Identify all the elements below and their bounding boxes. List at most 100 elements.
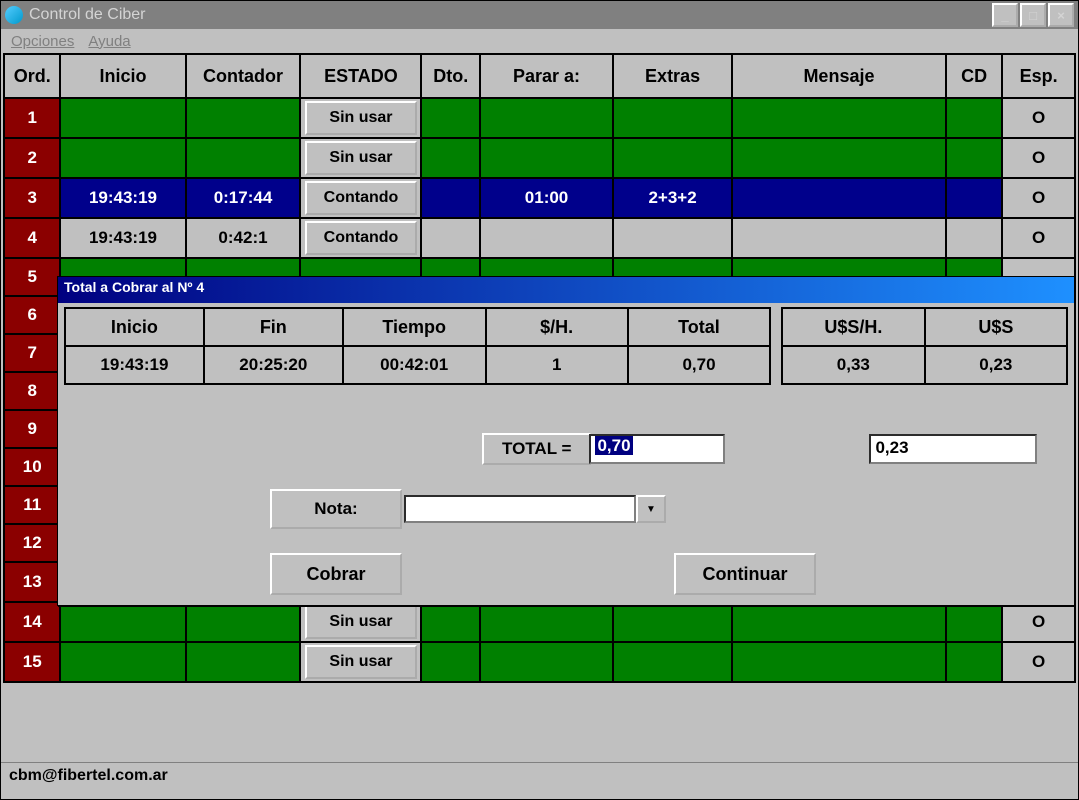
- extras-cell: 2+3+2: [613, 178, 732, 218]
- cobrar-button[interactable]: Cobrar: [270, 553, 402, 595]
- header-mensaje: Mensaje: [732, 54, 946, 98]
- total-input-usd[interactable]: 0,23: [869, 434, 1037, 464]
- dr-ush: 0,33: [782, 346, 925, 384]
- cd-cell: [946, 178, 1002, 218]
- ord-cell: 5: [4, 258, 60, 296]
- inicio-cell: 19:43:19: [60, 218, 185, 258]
- esp-cell: O: [1002, 98, 1075, 138]
- parar-cell: [480, 602, 613, 642]
- header-parar: Parar a:: [480, 54, 613, 98]
- dr-fin: 20:25:20: [204, 346, 343, 384]
- nota-combo[interactable]: ▼: [404, 495, 666, 523]
- close-button[interactable]: ×: [1048, 3, 1074, 27]
- estado-button[interactable]: Contando: [305, 181, 417, 215]
- inicio-cell: [60, 642, 185, 682]
- table-row[interactable]: 319:43:190:17:44Contando01:002+3+2O: [4, 178, 1075, 218]
- esp-cell: O: [1002, 178, 1075, 218]
- chevron-down-icon[interactable]: ▼: [636, 495, 666, 523]
- parar-cell: [480, 642, 613, 682]
- ord-cell: 4: [4, 218, 60, 258]
- inicio-cell: [60, 98, 185, 138]
- dto-cell: [421, 178, 479, 218]
- status-bar: cbm@fibertel.com.ar: [1, 762, 1078, 799]
- esp-cell: O: [1002, 642, 1075, 682]
- dh-us: U$S: [925, 308, 1067, 346]
- mensaje-cell: [732, 178, 946, 218]
- menubar: Opciones Ayuda: [1, 29, 1078, 53]
- ord-cell: 8: [4, 372, 60, 410]
- estado-cell: Sin usar: [300, 98, 421, 138]
- ord-cell: 6: [4, 296, 60, 334]
- parar-cell: [480, 98, 613, 138]
- estado-button[interactable]: Sin usar: [305, 141, 417, 175]
- nota-label: Nota:: [270, 489, 402, 529]
- table-row[interactable]: 1Sin usarO: [4, 98, 1075, 138]
- ord-cell: 12: [4, 524, 60, 562]
- extras-cell: [613, 642, 732, 682]
- contador-cell: 0:42:1: [186, 218, 301, 258]
- dh-inicio: Inicio: [65, 308, 204, 346]
- table-row[interactable]: 15Sin usarO: [4, 642, 1075, 682]
- header-contador: Contador: [186, 54, 301, 98]
- mensaje-cell: [732, 602, 946, 642]
- dto-cell: [421, 602, 479, 642]
- dh-fin: Fin: [204, 308, 343, 346]
- dr-inicio: 19:43:19: [65, 346, 204, 384]
- menu-opciones[interactable]: Opciones: [11, 33, 74, 50]
- extras-cell: [613, 218, 732, 258]
- extras-cell: [613, 602, 732, 642]
- nota-row: Nota: ▼: [58, 489, 1074, 529]
- dr-tiempo: 00:42:01: [343, 346, 486, 384]
- inicio-cell: [60, 138, 185, 178]
- table-row[interactable]: 2 Sin usar O: [4, 138, 1075, 178]
- header-extras: Extras: [613, 54, 732, 98]
- dialog-header-row: Inicio Fin Tiempo $/H. Total U$S/H. U$S: [65, 308, 1067, 346]
- parar-cell: [480, 138, 613, 178]
- dh-sh: $/H.: [486, 308, 628, 346]
- estado-cell: Sin usar: [300, 642, 421, 682]
- estado-cell: Sin usar: [300, 602, 421, 642]
- estado-button[interactable]: Sin usar: [305, 605, 417, 639]
- contador-cell: [186, 642, 301, 682]
- inicio-cell: [60, 602, 185, 642]
- estado-cell: Contando: [300, 178, 421, 218]
- dialog-title: Total a Cobrar al Nº 4: [58, 277, 1074, 303]
- total-input-pesos[interactable]: 0,70: [589, 434, 725, 464]
- table-row[interactable]: 14Sin usarO: [4, 602, 1075, 642]
- continuar-button[interactable]: Continuar: [674, 553, 816, 595]
- header-estado: ESTADO: [300, 54, 421, 98]
- maximize-button[interactable]: □: [1020, 3, 1046, 27]
- extras-cell: [613, 98, 732, 138]
- contador-cell: [186, 138, 301, 178]
- minimize-button[interactable]: _: [992, 3, 1018, 27]
- ord-cell: 2: [4, 138, 60, 178]
- dto-cell: [421, 218, 479, 258]
- estado-button[interactable]: Sin usar: [305, 101, 417, 135]
- header-row: Ord. Inicio Contador ESTADO Dto. Parar a…: [4, 54, 1075, 98]
- estado-button[interactable]: Contando: [305, 221, 417, 255]
- contador-cell: [186, 98, 301, 138]
- ord-cell: 10: [4, 448, 60, 486]
- dialog-data-row: 19:43:19 20:25:20 00:42:01 1 0,70 0,33 0…: [65, 346, 1067, 384]
- inicio-cell: 19:43:19: [60, 178, 185, 218]
- nota-field[interactable]: [404, 495, 636, 523]
- esp-cell: O: [1002, 138, 1075, 178]
- table-row[interactable]: 419:43:190:42:1ContandoO: [4, 218, 1075, 258]
- cd-cell: [946, 98, 1002, 138]
- dh-ush: U$S/H.: [782, 308, 925, 346]
- dto-cell: [421, 138, 479, 178]
- header-dto: Dto.: [421, 54, 479, 98]
- ord-cell: 11: [4, 486, 60, 524]
- estado-button[interactable]: Sin usar: [305, 645, 417, 679]
- dialog-table: Inicio Fin Tiempo $/H. Total U$S/H. U$S …: [64, 307, 1068, 385]
- contador-cell: 0:17:44: [186, 178, 301, 218]
- header-esp: Esp.: [1002, 54, 1075, 98]
- footer-text: cbm@fibertel.com.ar: [9, 767, 168, 784]
- app-icon: [5, 6, 23, 24]
- mensaje-cell: [732, 138, 946, 178]
- main-window: Control de Ciber _ □ × Opciones Ayuda Or…: [0, 0, 1079, 800]
- ord-cell: 7: [4, 334, 60, 372]
- menu-ayuda[interactable]: Ayuda: [88, 33, 130, 50]
- dto-cell: [421, 98, 479, 138]
- ord-cell: 9: [4, 410, 60, 448]
